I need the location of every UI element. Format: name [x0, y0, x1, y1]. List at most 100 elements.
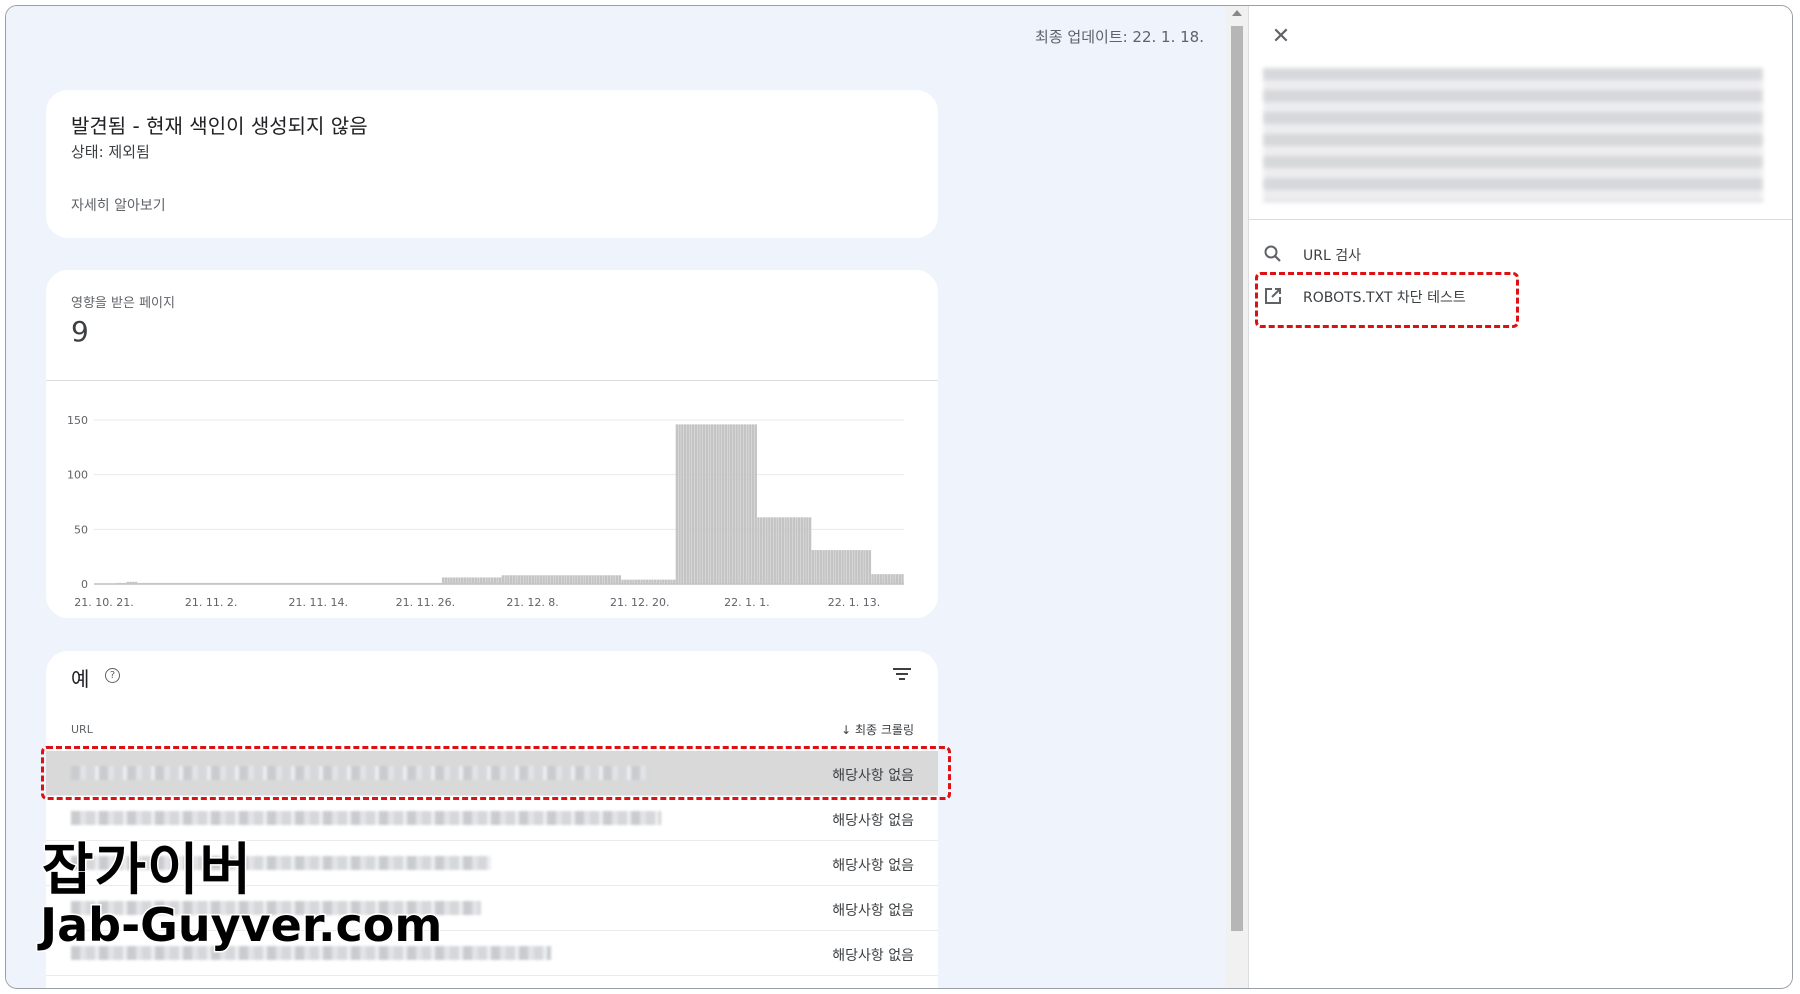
chart-bar [512, 575, 516, 584]
learn-more-link[interactable]: 자세히 알아보기 [71, 195, 166, 215]
chart-bar [860, 550, 863, 584]
chart-bar [441, 577, 445, 584]
chart-bar [770, 517, 774, 584]
chart-bar [126, 581, 130, 584]
chart-bar [431, 582, 434, 584]
filter-icon[interactable] [891, 665, 913, 683]
chart-bar [286, 582, 290, 584]
scrollbar-thumb[interactable] [1231, 26, 1243, 931]
chart-bar [341, 582, 344, 584]
chart-bar [518, 575, 521, 584]
chart-bar [159, 582, 162, 584]
chart-bar [325, 582, 328, 584]
chart-bar [594, 575, 597, 584]
chart-bar [678, 424, 681, 584]
chart-bar [819, 550, 823, 584]
chart-bar [189, 582, 192, 584]
chart-bar [164, 582, 168, 584]
chart-bar [262, 582, 265, 584]
chart-bar [308, 582, 312, 584]
chart-bar [251, 582, 255, 584]
chart-bar [537, 575, 540, 584]
chart-bar [610, 575, 613, 584]
chart-bar [626, 579, 630, 584]
chart-bar [605, 575, 608, 584]
chart-bar [651, 579, 654, 584]
chart-bar [501, 575, 505, 584]
chart-bar [455, 577, 458, 584]
x-tick-label: 21. 12. 8. [506, 596, 558, 609]
chart-bar [577, 575, 581, 584]
chart-bar [602, 575, 605, 584]
scrollbar[interactable] [1226, 6, 1248, 988]
chart-bar [575, 575, 578, 584]
chart-bar [893, 574, 896, 584]
chart-bar [757, 517, 760, 584]
chart-bar [808, 517, 812, 584]
chart-bar [319, 582, 323, 584]
chart-bar [316, 582, 320, 584]
last-crawl-value: 해당사항 없음 [832, 768, 914, 784]
chart-bar [645, 579, 649, 584]
chart-bar [219, 582, 222, 584]
chart-bar [132, 581, 135, 584]
chart-bar [871, 574, 874, 584]
chart-bar [814, 550, 817, 584]
chart-bar [730, 424, 733, 584]
chart-bar [811, 550, 815, 584]
chart-bar [270, 582, 274, 584]
help-icon[interactable]: ? [105, 668, 120, 683]
chart-bar [759, 517, 763, 584]
issue-status: 상태: 제외됨 [71, 143, 150, 161]
close-icon[interactable]: ✕ [1270, 26, 1292, 48]
chart-bar [607, 575, 611, 584]
chart-bar [664, 579, 668, 584]
chart-bar [311, 582, 314, 584]
chart-bar [420, 582, 423, 584]
chart-bar [216, 582, 219, 584]
chart-bar [857, 550, 861, 584]
chart-bar [762, 517, 766, 584]
chart-bar [121, 582, 124, 584]
chart-bar [197, 582, 200, 584]
chart-bar [656, 579, 660, 584]
affected-pages-label: 영향을 받은 페이지 [71, 296, 175, 311]
chart-bar [539, 575, 543, 584]
x-tick-label: 22. 1. 13. [828, 596, 880, 609]
chart-bar [330, 582, 333, 584]
chart-bar [768, 517, 771, 584]
chart-bar [781, 517, 785, 584]
open-in-new-icon [1265, 288, 1281, 304]
column-header-last-crawl[interactable]: ↓ 최종 크롤링 [841, 721, 914, 738]
chart-bar [683, 424, 687, 584]
scroll-up-arrow-icon[interactable] [1232, 10, 1242, 16]
chart-bar [352, 582, 355, 584]
last-updated-text: 최종 업데이트: 22. 1. 18. [1035, 28, 1204, 46]
chart-bar [515, 575, 518, 584]
affected-pages-card: 영향을 받은 페이지 9 150 100 50 0 21. 10. 21. 21. 11.… [46, 270, 938, 618]
chart-bar [621, 579, 624, 584]
chart-bar [477, 577, 480, 584]
chart-bar [803, 517, 806, 584]
chart-bar [526, 575, 529, 584]
chart-bar [412, 582, 415, 584]
chart-bar [246, 582, 249, 584]
chart-bar [221, 582, 225, 584]
chart-bar [545, 575, 548, 584]
chart-bar [667, 579, 670, 584]
chart-bar [754, 424, 757, 584]
chart-bar [306, 582, 309, 584]
watermark-domain: Jab-Guyver.com [38, 897, 443, 954]
chart-bar [382, 582, 385, 584]
url-inspect-label: URL 검사 [1303, 248, 1361, 264]
chart-bar [702, 424, 706, 584]
chart-bar [833, 550, 836, 584]
chart-bar [778, 517, 782, 584]
chart-bar [153, 582, 157, 584]
chart-bar [406, 582, 410, 584]
chart-bar [142, 582, 146, 584]
chart-bar [479, 577, 483, 584]
chart-bar [890, 574, 893, 584]
table-row[interactable]: 해당사항 없음 [41, 746, 951, 800]
chart-bar [289, 582, 293, 584]
